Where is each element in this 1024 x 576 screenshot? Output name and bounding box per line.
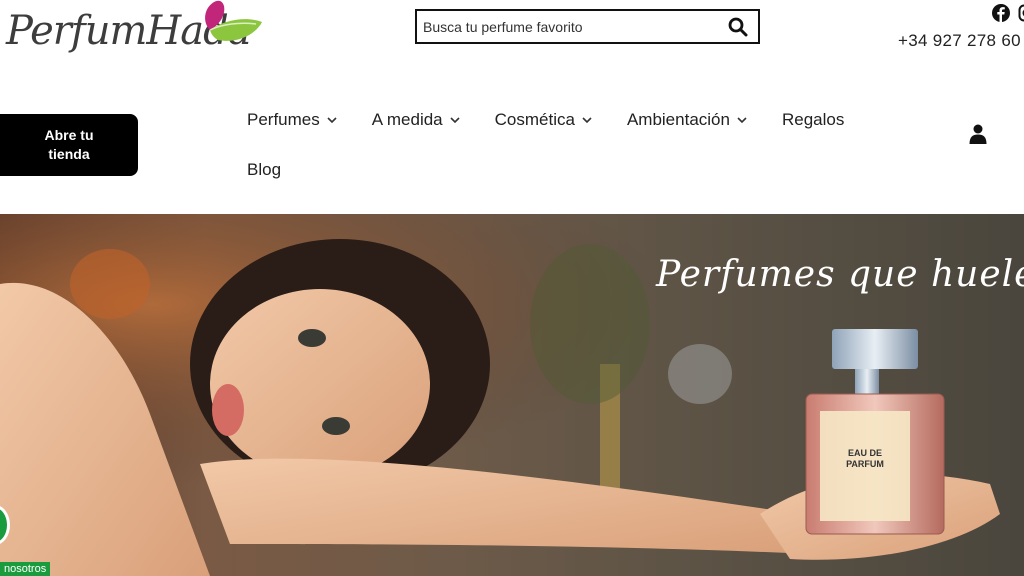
nav-item-label: Blog [247, 160, 282, 179]
nav-item-label: A medida [371, 110, 443, 129]
nav-row: Perfumes A medida Cosmética Ambientación… [247, 104, 887, 136]
nav-item-label: Perfumes [247, 110, 320, 129]
search-bar [415, 9, 760, 44]
phone-number[interactable]: +34 927 278 60 [898, 31, 1021, 51]
nav-item-label: Cosmética [494, 110, 575, 129]
bottle-label-line1: EAU DE [848, 448, 882, 458]
open-store-label: Abre tu tienda [45, 126, 94, 164]
bottle-label-line2: PARFUM [846, 459, 884, 469]
main-nav: Perfumes A medida Cosmética Ambientación… [247, 104, 887, 204]
open-store-button[interactable]: Abre tu tienda [0, 114, 138, 176]
user-account-icon[interactable] [969, 124, 987, 144]
nav-row: Blog [247, 154, 887, 186]
social-links [992, 4, 1024, 22]
nav-item-ambientacion[interactable]: Ambientación [627, 110, 748, 130]
butterfly-wing-icon [205, 0, 262, 41]
chat-label[interactable]: nosotros [0, 562, 51, 576]
search-icon [728, 17, 748, 36]
site-logo[interactable]: PerfumHada [2, 0, 272, 72]
hero-tagline: Perfumes que huelen a [656, 254, 1024, 295]
nav-item-regalos[interactable]: Regalos [782, 110, 844, 130]
facebook-icon[interactable] [992, 4, 1010, 22]
nav-item-perfumes[interactable]: Perfumes [247, 110, 338, 130]
search-button[interactable] [718, 11, 758, 42]
nav-item-label: Ambientación [626, 110, 730, 129]
open-store-label-line1: Abre tu [44, 127, 94, 143]
search-input[interactable] [417, 11, 718, 42]
nav-item-cosmetica[interactable]: Cosmética [495, 110, 593, 130]
open-store-label-line2: tienda [48, 146, 90, 162]
chevron-down-icon [450, 117, 460, 124]
nav-item-a-medida[interactable]: A medida [372, 110, 461, 130]
chevron-down-icon [327, 117, 337, 124]
nav-item-label: Regalos [781, 110, 845, 129]
instagram-icon[interactable] [1018, 4, 1024, 22]
hero-banner[interactable]: EAU DE PARFUM Perfumes que huelen a [0, 214, 1024, 576]
chevron-down-icon [582, 117, 592, 124]
chevron-down-icon [737, 117, 747, 124]
nav-item-blog[interactable]: Blog [247, 160, 281, 180]
